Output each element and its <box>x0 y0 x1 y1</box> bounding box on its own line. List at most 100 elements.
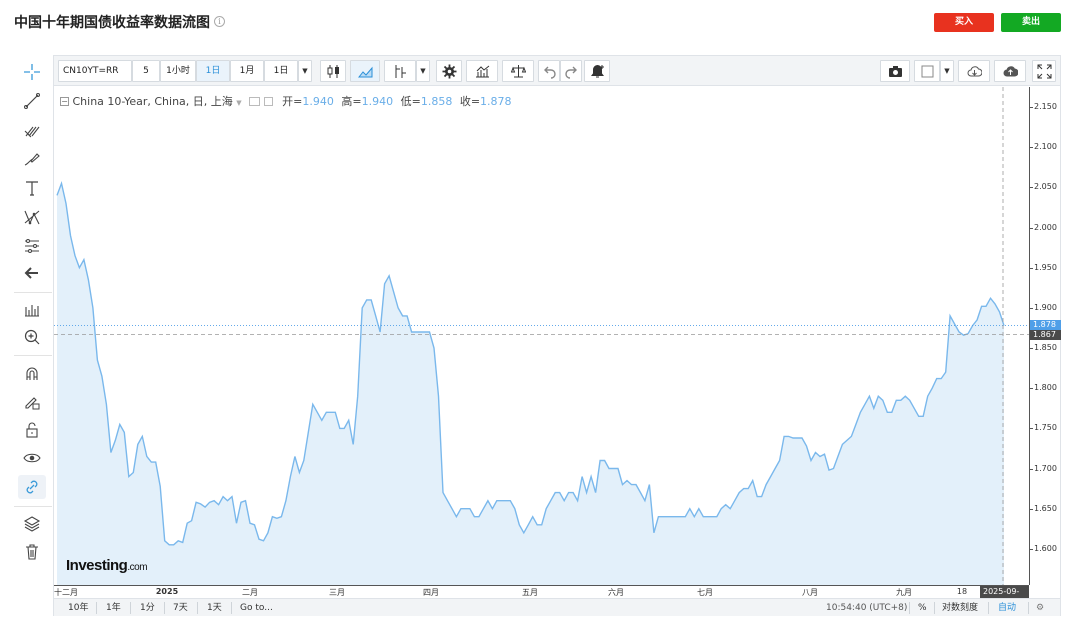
chart-toolbar: CN10YT=RR 5 1小时 1日 1月 1日 ▼ ▼ ▼ <box>54 56 1060 86</box>
legend-open: 1.940 <box>302 95 334 108</box>
compare-icon <box>475 65 489 78</box>
range-10y[interactable]: 10年 <box>68 599 88 617</box>
magnet-icon[interactable] <box>18 362 46 386</box>
alert-button[interactable] <box>584 60 610 82</box>
ruler-icon[interactable] <box>18 298 46 322</box>
interval-5[interactable]: 5 <box>132 60 160 82</box>
legend-low: 1.858 <box>420 95 453 108</box>
auto-scale-toggle[interactable]: 自动 <box>998 599 1016 617</box>
save-cloud-button[interactable] <box>958 60 990 82</box>
info-icon[interactable]: i <box>214 16 225 27</box>
link-icon[interactable] <box>18 475 46 499</box>
interval-1d[interactable]: 1日 <box>196 60 230 82</box>
zoom-in-icon[interactable] <box>18 325 46 349</box>
pitchfork-icon[interactable] <box>18 118 46 142</box>
symbol-field[interactable]: CN10YT=RR <box>58 60 132 82</box>
pattern-icon[interactable] <box>18 205 46 229</box>
range-1d[interactable]: 1天 <box>207 599 222 617</box>
undo-icon <box>543 66 556 79</box>
candles-button[interactable] <box>320 60 346 82</box>
time-axis[interactable]: 18 九月 八月 七月 六月 五月 四月 三月 二月 2025 十二月 2025-09-30 <box>54 585 1029 608</box>
yield-chart <box>54 87 1029 585</box>
camera-icon <box>888 66 902 77</box>
price-tick-mark <box>1030 187 1033 189</box>
redo-button[interactable] <box>560 60 582 82</box>
balance-button[interactable] <box>502 60 534 82</box>
load-cloud-button[interactable] <box>994 60 1026 82</box>
sell-button[interactable]: 卖出 <box>1001 13 1061 32</box>
gear-icon[interactable]: ⚙ <box>1036 599 1044 617</box>
color-button[interactable] <box>914 60 940 82</box>
yield-area-fill <box>57 183 1004 585</box>
price-tick-label: 1.750 <box>1034 423 1057 433</box>
undo-button[interactable] <box>538 60 560 82</box>
interval-1m[interactable]: 1月 <box>230 60 264 82</box>
brush-icon[interactable] <box>18 147 46 171</box>
log-scale-toggle[interactable]: 对数刻度 <box>942 599 978 617</box>
fib-icon[interactable] <box>18 234 46 258</box>
back-arrow-icon[interactable] <box>18 261 46 285</box>
time-tick-label: 18 <box>956 587 968 596</box>
legend-collapse-icon[interactable]: − <box>60 97 69 106</box>
screenshot-button[interactable] <box>880 60 910 82</box>
area-chart-icon <box>357 66 372 78</box>
go-to-date[interactable]: Go to... <box>240 599 273 617</box>
legend-dropdown-icon[interactable]: ▼ <box>236 99 241 107</box>
time-tick-label: 六月 <box>608 588 624 597</box>
price-tick-mark <box>1030 107 1033 109</box>
interval-select[interactable]: 1日 <box>264 60 298 82</box>
price-tick-label: 2.150 <box>1034 102 1057 112</box>
current-time: 10:54:40 (UTC+8) <box>826 603 908 613</box>
indicator-dropdown[interactable]: ▼ <box>416 60 430 82</box>
price-tick-label: 1.650 <box>1034 503 1057 513</box>
crosshair-icon[interactable] <box>18 60 46 84</box>
settings-button[interactable] <box>436 60 462 82</box>
range-1min[interactable]: 1分 <box>140 599 155 617</box>
eye-icon[interactable] <box>18 446 46 470</box>
legend-close: 1.878 <box>480 95 512 108</box>
legend-close-icon[interactable] <box>263 97 273 106</box>
crosshair-price-badge: 1.867 <box>1030 330 1061 341</box>
trend-line-icon[interactable] <box>18 89 46 113</box>
indicator-icon <box>395 65 406 78</box>
redo-icon <box>564 66 577 79</box>
price-tick-mark <box>1030 468 1033 470</box>
layers-icon[interactable] <box>18 512 46 536</box>
settings-icon <box>442 64 456 79</box>
color-dropdown[interactable]: ▼ <box>940 60 954 82</box>
candles-icon <box>327 65 339 78</box>
interval-dropdown[interactable]: ▼ <box>298 60 312 82</box>
trash-icon[interactable] <box>18 540 46 564</box>
chart-widget: CN10YT=RR 5 1小时 1日 1月 1日 ▼ ▼ ▼ − China 1… <box>53 55 1061 616</box>
buy-button[interactable]: 买入 <box>934 13 994 32</box>
percent-toggle[interactable]: % <box>918 599 927 617</box>
time-tick-label: 七月 <box>697 588 713 597</box>
price-tick-mark <box>1030 388 1033 390</box>
unlock-icon[interactable] <box>18 418 46 442</box>
indicator-button[interactable] <box>384 60 416 82</box>
fullscreen-button[interactable] <box>1032 60 1056 82</box>
range-1y[interactable]: 1年 <box>106 599 121 617</box>
interval-1h[interactable]: 1小时 <box>160 60 196 82</box>
legend-settings-icon[interactable] <box>249 97 261 106</box>
price-tick-label: 2.100 <box>1034 142 1057 152</box>
price-axis[interactable]: 2.150 2.100 2.050 2.000 1.950 1.900 1.850 1.800… <box>1029 87 1061 585</box>
time-tick-label: 五月 <box>522 588 538 597</box>
chevron-down-icon: ▼ <box>944 67 950 75</box>
alert-icon <box>590 64 604 78</box>
bottom-bar: 10年 1年 1分 7天 1天 Go to... 10:54:40 (UTC+8… <box>54 598 1060 616</box>
compare-button[interactable] <box>466 60 498 82</box>
text-icon[interactable] <box>18 176 46 200</box>
price-tick-label: 2.050 <box>1034 182 1057 192</box>
range-7d[interactable]: 7天 <box>173 599 188 617</box>
time-tick-label: 九月 <box>896 588 912 597</box>
price-tick-label: 2.000 <box>1034 222 1057 232</box>
plot-area[interactable]: − China 10-Year, China, 日, 上海 ▼ 开=1.940 … <box>54 87 1029 585</box>
legend-open-label: 开= <box>282 95 303 108</box>
area-chart-button[interactable] <box>350 60 380 82</box>
chevron-down-icon: ▼ <box>302 67 308 75</box>
price-tick-label: 1.700 <box>1034 463 1057 473</box>
series-legend: − China 10-Year, China, 日, 上海 ▼ 开=1.940 … <box>60 93 512 109</box>
price-tick-mark <box>1030 348 1033 350</box>
lock-pencil-icon[interactable] <box>18 390 46 414</box>
